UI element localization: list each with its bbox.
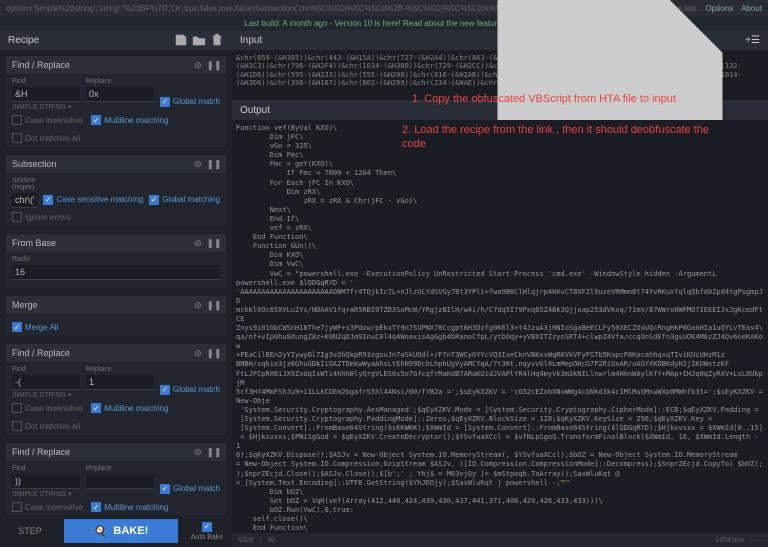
- output-title: Output: [240, 105, 270, 116]
- recipe-title: Recipe: [8, 35, 39, 46]
- op-name: Find / Replace: [12, 60, 70, 70]
- status-bar: 5328 | 30 10541ms | –: [232, 533, 768, 547]
- disable-icon[interactable]: ⊘: [192, 347, 204, 359]
- save-icon[interactable]: [174, 33, 188, 47]
- autobake-checkbox[interactable]: [202, 522, 212, 532]
- check-case-insensitive[interactable]: Case insensitive: [12, 502, 83, 512]
- trash-icon[interactable]: [210, 33, 224, 47]
- autobake-toggle[interactable]: Auto Bake: [182, 515, 232, 547]
- op-findreplace: Find / Replace⊘❚❚FindSIMPLE STRING ▾Repl…: [6, 344, 226, 435]
- replace-input[interactable]: [86, 87, 154, 102]
- op-header[interactable]: Find / Replace ⊘ ❚❚: [6, 56, 226, 74]
- op-subsection: Subsection⊘❚❚Section (regex)Case sensiti…: [6, 155, 226, 226]
- op-name: Find / Replace: [12, 447, 70, 457]
- disable-icon[interactable]: ⊘: [192, 59, 204, 71]
- step-button[interactable]: STEP: [0, 515, 60, 547]
- op-name: Subsection: [12, 159, 57, 169]
- check-mergeall[interactable]: Merge All: [12, 322, 58, 332]
- check-case-insensitive[interactable]: Case insensitive: [12, 403, 83, 413]
- recipe-panel: Recipe Find / Replace⊘❚❚FindSIMPLE STRIN…: [0, 30, 232, 547]
- output-textarea[interactable]: Function vef(ByVal KXO)\ Dim jFC\ vGo = …: [232, 120, 768, 533]
- check-dot-matches-all[interactable]: Dot matches all: [12, 421, 80, 431]
- check-case-insensitive[interactable]: Case insensitive: [12, 115, 83, 125]
- disable-icon[interactable]: ⊘: [192, 158, 204, 170]
- op-frombase: From Base⊘❚❚Radix: [6, 234, 226, 288]
- replace-input[interactable]: [86, 375, 154, 390]
- find-input[interactable]: [12, 474, 80, 489]
- bake-label: BAKE!: [113, 525, 148, 537]
- pause-icon[interactable]: ❚❚: [208, 237, 220, 249]
- find-input[interactable]: [12, 375, 80, 390]
- check-multiline-matching[interactable]: Multiline matching: [91, 502, 168, 512]
- status-left-b: 30: [267, 537, 275, 544]
- check-ignore[interactable]: Ignore errors: [12, 212, 71, 222]
- pause-icon[interactable]: ❚❚: [208, 158, 220, 170]
- pause-icon[interactable]: ❚❚: [208, 299, 220, 311]
- status-right-a: 10541ms: [715, 537, 744, 544]
- autobake-label: Auto Bake: [191, 534, 223, 541]
- status-right-b: –: [758, 537, 762, 544]
- bake-icon: 🍳: [94, 525, 108, 538]
- output-header: Output: [232, 100, 768, 120]
- check-multiline-matching[interactable]: Multiline matching: [91, 115, 168, 125]
- radix-input[interactable]: [12, 265, 220, 280]
- op-merge: Merge ⊘ ❚❚ Merge All: [6, 296, 226, 336]
- input-title: Input: [240, 35, 262, 46]
- check-multiline-matching[interactable]: Multiline matching: [91, 403, 168, 413]
- folder-icon[interactable]: [192, 33, 206, 47]
- bake-button[interactable]: 🍳 BAKE!: [64, 519, 178, 543]
- op-header[interactable]: Find / Replace ⊘ ❚❚: [6, 443, 226, 461]
- check[interactable]: Case sensitive matching: [43, 191, 143, 208]
- io-panel: Input + ☰ &chr(859-(&H305))&chr(443-(&H1…: [232, 30, 768, 547]
- op-header[interactable]: From Base ⊘ ❚❚: [6, 234, 226, 252]
- op-name: Find / Replace: [12, 348, 70, 358]
- pause-icon[interactable]: ❚❚: [208, 59, 220, 71]
- pause-icon[interactable]: ❚❚: [208, 347, 220, 359]
- disable-icon[interactable]: ⊘: [192, 237, 204, 249]
- section-input[interactable]: [12, 193, 37, 208]
- pause-icon[interactable]: ❚❚: [208, 446, 220, 458]
- op-findreplace: Find / Replace⊘❚❚FindSIMPLE STRING ▾Repl…: [6, 443, 226, 515]
- disable-icon[interactable]: ⊘: [192, 446, 204, 458]
- op-name: Merge: [12, 300, 38, 310]
- op-header[interactable]: Subsection ⊘ ❚❚: [6, 155, 226, 173]
- bottom-bar: STEP 🍳 BAKE! Auto Bake: [0, 515, 232, 547]
- status-left-a: 5328: [238, 537, 254, 544]
- disable-icon[interactable]: ⊘: [192, 299, 204, 311]
- replace-input[interactable]: [86, 474, 154, 489]
- op-header[interactable]: Merge ⊘ ❚❚: [6, 296, 226, 314]
- check-dot-matches-all[interactable]: Dot matches all: [12, 133, 80, 143]
- op-header[interactable]: Find / Replace ⊘ ❚❚: [6, 344, 226, 362]
- recipe-header: Recipe: [0, 30, 232, 50]
- op-name: From Base: [12, 238, 56, 248]
- check[interactable]: Global matching: [149, 191, 220, 208]
- find-input[interactable]: [12, 87, 80, 102]
- op-findreplace: Find / Replace⊘❚❚FindSIMPLE STRING ▾Repl…: [6, 56, 226, 147]
